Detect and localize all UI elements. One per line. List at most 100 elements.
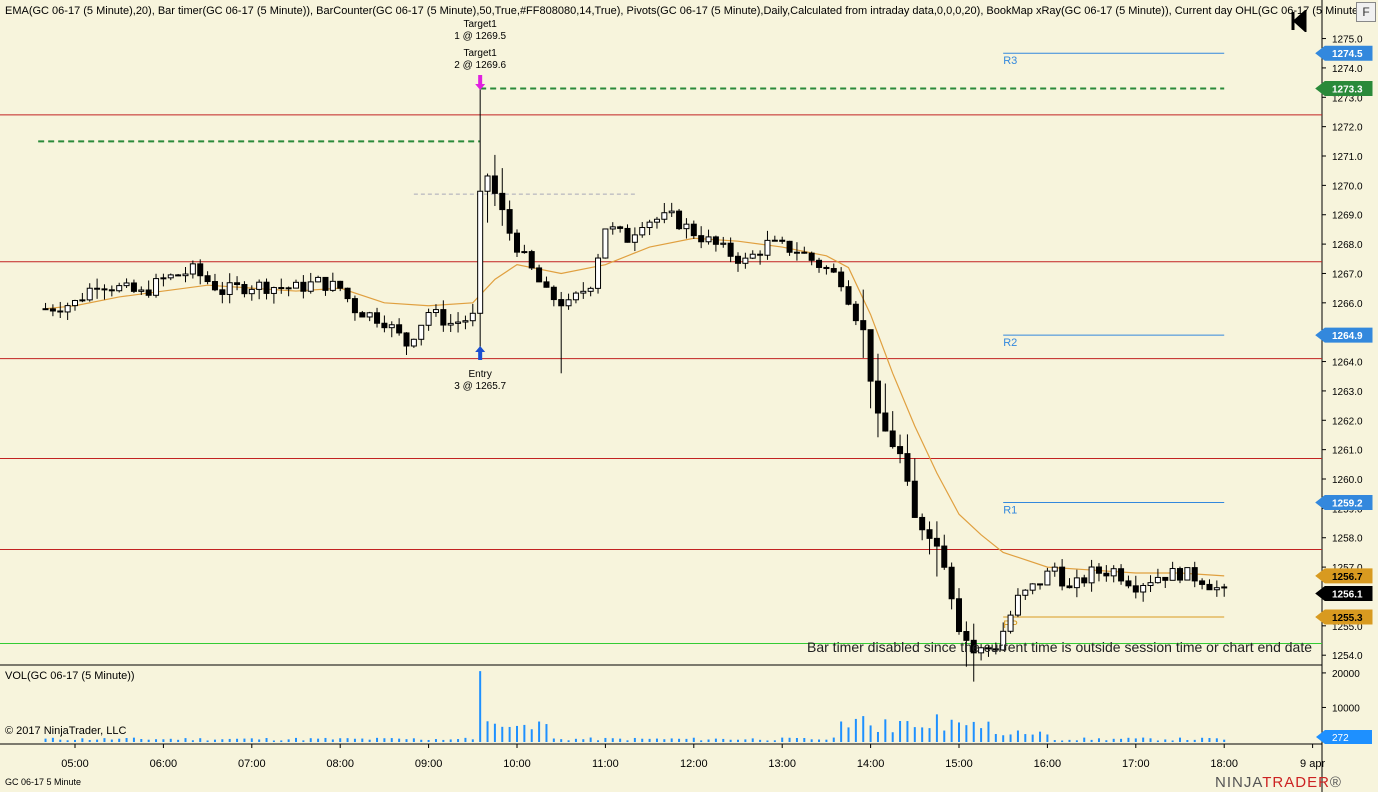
candle-body[interactable]	[1029, 583, 1036, 591]
candle-body[interactable]	[1103, 572, 1110, 577]
candle-body[interactable]	[882, 412, 889, 432]
candle-body[interactable]	[808, 252, 815, 261]
candle-body[interactable]	[418, 324, 425, 340]
candle-body[interactable]	[580, 290, 587, 294]
candle-body[interactable]	[705, 236, 712, 243]
candle-body[interactable]	[712, 236, 719, 245]
candle-body[interactable]	[543, 281, 550, 288]
candle-body[interactable]	[631, 234, 638, 243]
candle-body[interactable]	[816, 259, 823, 268]
candle-body[interactable]	[639, 227, 646, 236]
candle-body[interactable]	[609, 226, 616, 230]
candle-body[interactable]	[1088, 566, 1095, 584]
candle-body[interactable]	[263, 281, 270, 294]
candle-body[interactable]	[1206, 583, 1213, 591]
candle-body[interactable]	[175, 274, 182, 277]
candle-body[interactable]	[455, 321, 462, 324]
candle-body[interactable]	[1014, 594, 1021, 616]
candle-body[interactable]	[1081, 577, 1088, 584]
candle-body[interactable]	[123, 282, 130, 287]
candle-body[interactable]	[462, 320, 469, 323]
candle-body[interactable]	[661, 212, 668, 220]
candle-body[interactable]	[226, 282, 233, 295]
candle-body[interactable]	[572, 292, 579, 301]
candle-body[interactable]	[941, 545, 948, 568]
candle-body[interactable]	[241, 284, 248, 295]
candle-body[interactable]	[248, 288, 255, 295]
candle-body[interactable]	[145, 289, 152, 296]
candle-body[interactable]	[786, 240, 793, 253]
candle-body[interactable]	[108, 289, 115, 292]
candle-body[interactable]	[919, 516, 926, 531]
candle-body[interactable]	[1125, 580, 1132, 587]
candle-body[interactable]	[1044, 570, 1051, 586]
candle-body[interactable]	[676, 210, 683, 230]
candle-body[interactable]	[138, 289, 145, 292]
candle-body[interactable]	[1007, 614, 1014, 632]
candle-body[interactable]	[300, 281, 307, 292]
candle-body[interactable]	[793, 251, 800, 254]
candle-body[interactable]	[926, 529, 933, 539]
candle-body[interactable]	[432, 309, 439, 314]
candle-body[interactable]	[57, 310, 64, 313]
candle-body[interactable]	[904, 453, 911, 482]
candlesticks[interactable]	[42, 88, 1228, 682]
candle-body[interactable]	[469, 312, 476, 322]
candle-body[interactable]	[337, 280, 344, 289]
candle-body[interactable]	[484, 175, 491, 192]
format-button[interactable]: F	[1356, 2, 1376, 22]
candle-body[interactable]	[749, 253, 756, 259]
candle-body[interactable]	[830, 268, 837, 273]
candle-body[interactable]	[528, 251, 535, 269]
candle-body[interactable]	[646, 221, 653, 229]
candle-body[interactable]	[1022, 589, 1029, 596]
candle-body[interactable]	[1221, 586, 1228, 589]
candle-body[interactable]	[595, 257, 602, 289]
candle-body[interactable]	[897, 446, 904, 455]
candle-body[interactable]	[197, 263, 204, 277]
candle-body[interactable]	[396, 324, 403, 334]
candle-body[interactable]	[204, 275, 211, 283]
candle-body[interactable]	[764, 239, 771, 256]
candle-body[interactable]	[521, 251, 528, 254]
candle-body[interactable]	[933, 537, 940, 547]
candle-body[interactable]	[477, 190, 484, 314]
candle-body[interactable]	[550, 286, 557, 301]
candle-body[interactable]	[315, 276, 322, 283]
candle-body[interactable]	[344, 287, 351, 300]
candle-body[interactable]	[602, 228, 609, 259]
candle-body[interactable]	[410, 338, 417, 347]
candle-body[interactable]	[720, 242, 727, 245]
candle-body[interactable]	[42, 308, 49, 311]
candle-body[interactable]	[1140, 584, 1147, 593]
candle-body[interactable]	[727, 242, 734, 257]
candle-body[interactable]	[801, 251, 808, 254]
candle-body[interactable]	[536, 267, 543, 283]
candle-body[interactable]	[219, 289, 226, 295]
candle-body[interactable]	[1169, 568, 1176, 581]
candle-body[interactable]	[1213, 587, 1220, 591]
candle-body[interactable]	[506, 209, 513, 234]
candle-body[interactable]	[823, 266, 830, 270]
candle-body[interactable]	[1118, 568, 1125, 582]
candle-body[interactable]	[160, 277, 167, 280]
candle-body[interactable]	[167, 274, 174, 279]
candle-body[interactable]	[270, 287, 277, 294]
candle-body[interactable]	[447, 322, 454, 326]
candle-body[interactable]	[852, 303, 859, 322]
candle-body[interactable]	[587, 287, 594, 292]
candle-body[interactable]	[690, 223, 697, 237]
candle-body[interactable]	[153, 278, 160, 296]
candle-body[interactable]	[86, 287, 93, 301]
candle-body[interactable]	[860, 320, 867, 331]
candle-body[interactable]	[491, 175, 498, 194]
candle-body[interactable]	[64, 305, 71, 313]
candle-body[interactable]	[558, 299, 565, 307]
candle-body[interactable]	[757, 253, 764, 256]
candle-body[interactable]	[94, 287, 101, 290]
candle-body[interactable]	[1066, 585, 1073, 589]
candle-body[interactable]	[624, 227, 631, 243]
candle-body[interactable]	[182, 273, 189, 277]
candle-body[interactable]	[329, 280, 336, 291]
candle-body[interactable]	[293, 281, 299, 289]
